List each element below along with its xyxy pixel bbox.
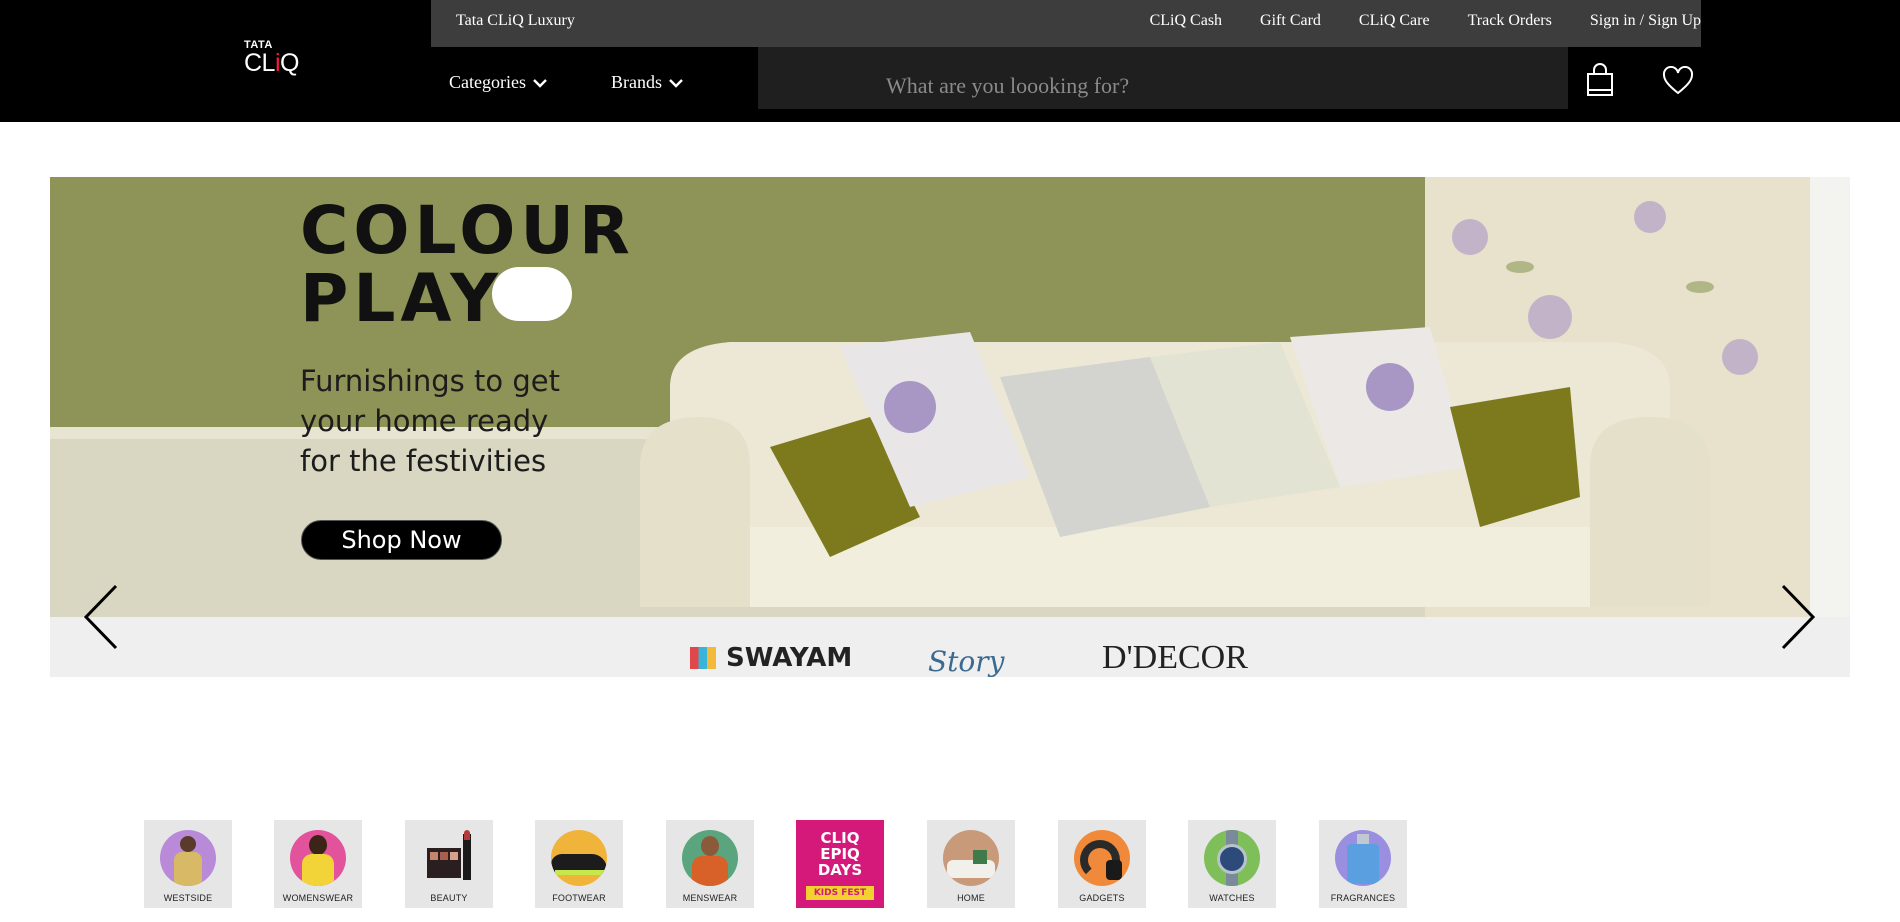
track-orders-link[interactable]: Track Orders xyxy=(1468,12,1552,30)
cliq-care-link[interactable]: CLiQ Care xyxy=(1359,12,1430,30)
brand-ddecor-logo: D'DECOR xyxy=(1102,639,1248,676)
nav-brands-label: Brands xyxy=(611,72,662,92)
category-watches[interactable]: WATCHES xyxy=(1188,820,1276,908)
banner-brand-strip: SWAYAM Story D'DECOR xyxy=(50,617,1850,677)
category-label: WOMENSWEAR xyxy=(282,893,354,903)
carousel-prev-arrow-icon[interactable] xyxy=(82,582,122,652)
menswear-image xyxy=(682,830,738,886)
brand-story-logo: Story xyxy=(928,645,1005,677)
category-label: FOOTWEAR xyxy=(552,893,606,903)
search-input[interactable] xyxy=(886,71,1446,101)
site-header: TATA CLiQ Tata CLiQ Luxury CLiQ Cash Gif… xyxy=(0,0,1900,122)
category-label: BEAUTY xyxy=(430,893,468,903)
gift-card-link[interactable]: Gift Card xyxy=(1260,12,1321,30)
beauty-image xyxy=(421,830,477,886)
cliq-cash-link[interactable]: CLiQ Cash xyxy=(1150,12,1222,30)
fragrances-image xyxy=(1335,830,1391,886)
category-label: WESTSIDE xyxy=(163,893,213,903)
shopping-bag-icon[interactable] xyxy=(1584,62,1616,98)
category-gadgets[interactable]: GADGETS xyxy=(1058,820,1146,908)
category-label: WATCHES xyxy=(1209,893,1255,903)
nav-categories-label: Categories xyxy=(449,72,526,92)
shop-now-button[interactable]: Shop Now xyxy=(301,520,502,560)
category-westside[interactable]: WESTSIDE xyxy=(144,820,232,908)
category-fragrances[interactable]: FRAGRANCES xyxy=(1319,820,1407,908)
logo-cliq-text: CLiQ xyxy=(244,49,299,77)
search-bar xyxy=(758,47,1568,109)
top-links: CLiQ Cash Gift Card CLiQ Care Track Orde… xyxy=(1150,12,1701,30)
hero-banner[interactable]: COLOUR PLAY Furnishings to get your home… xyxy=(50,177,1850,677)
promo-kids-fest: KIDS FEST xyxy=(806,886,874,900)
category-label: MENSWEAR xyxy=(682,893,738,903)
banner-headline: COLOUR PLAY xyxy=(300,192,635,337)
category-label: FRAGRANCES xyxy=(1330,893,1396,903)
promo-text: CLIQ EPIQ DAYS xyxy=(817,829,863,879)
home-image xyxy=(943,830,999,886)
chevron-down-icon xyxy=(669,78,683,88)
category-cliq-epiq-days[interactable]: CLIQ EPIQ DAYS KIDS FEST xyxy=(796,820,884,908)
womenswear-image xyxy=(290,830,346,886)
category-menswear[interactable]: MENSWEAR xyxy=(666,820,754,908)
category-womenswear[interactable]: WOMENSWEAR xyxy=(274,820,362,908)
category-home[interactable]: HOME xyxy=(927,820,1015,908)
wishlist-heart-icon[interactable] xyxy=(1662,66,1694,96)
category-label: HOME xyxy=(957,893,985,903)
sign-in-link[interactable]: Sign in / Sign Up xyxy=(1590,12,1701,30)
tatacliq-logo[interactable]: TATA CLiQ xyxy=(244,40,299,77)
headline-pill-decoration xyxy=(492,267,572,321)
banner-subtitle: Furnishings to get your home ready for t… xyxy=(300,364,560,478)
brand-swayam-logo: SWAYAM xyxy=(690,643,852,673)
westside-image xyxy=(160,830,216,886)
footwear-image xyxy=(551,830,607,886)
luxury-link[interactable]: Tata CLiQ Luxury xyxy=(456,12,575,30)
gadgets-image xyxy=(1074,830,1130,886)
watches-image xyxy=(1204,830,1260,886)
carousel-next-arrow-icon[interactable] xyxy=(1777,582,1817,652)
category-label: GADGETS xyxy=(1079,893,1125,903)
category-beauty[interactable]: BEAUTY xyxy=(405,820,493,908)
chevron-down-icon xyxy=(533,78,547,88)
nav-categories[interactable]: Categories xyxy=(449,72,548,93)
top-utility-bar: Tata CLiQ Luxury CLiQ Cash Gift Card CLi… xyxy=(431,0,1701,47)
category-footwear[interactable]: FOOTWEAR xyxy=(535,820,623,908)
nav-brands[interactable]: Brands xyxy=(611,72,684,93)
